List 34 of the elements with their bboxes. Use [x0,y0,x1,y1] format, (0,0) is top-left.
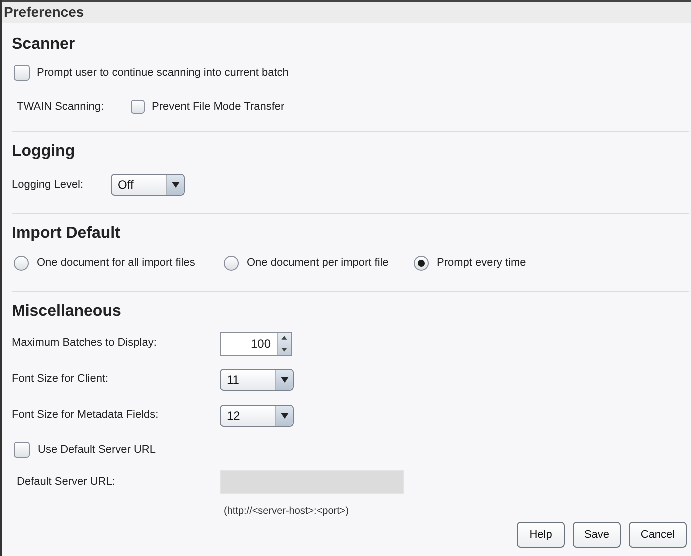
dropdown-arrow-icon [280,376,288,382]
server-url-label: Default Server URL: [17,474,116,490]
logging-level-label: Logging Level: [12,178,85,193]
checkbox[interactable] [14,442,30,458]
checkbox-label: Use Default Server URL [38,442,156,458]
radio-button[interactable] [414,256,429,271]
dialog-button[interactable]: Help [517,522,565,548]
radio-label: One document for all import files [37,256,196,271]
dialog-button[interactable]: Save [573,522,621,548]
window-title: Preferences [4,3,84,22]
section-heading: Import Default [12,226,122,242]
server-url-hint: (http://<server-host>:<port>) [224,506,350,517]
dialog-button[interactable]: Cancel [629,522,687,548]
radio-label: One document per import file [247,256,389,271]
section-heading: Miscellaneous [12,304,122,320]
radio-label: Prompt every time [437,256,526,271]
max-batches-label: Maximum Batches to Display: [12,336,158,352]
dropdown-arrow-icon [280,412,288,418]
max-batches-spinner[interactable]: 100 [220,332,292,356]
radio-button[interactable] [224,256,239,271]
client-font-label: Font Size for Client: [12,372,110,388]
checkbox[interactable] [131,100,145,114]
section-heading: Scanner [12,37,76,53]
checkbox[interactable] [14,65,30,82]
logging-level-dropdown[interactable]: Off [111,174,185,196]
checkbox-label: Prevent File Mode Transfer [152,100,285,114]
dropdown-arrow-icon [172,182,180,188]
twain-label: TWAIN Scanning: [17,100,106,114]
radio-button[interactable] [14,256,29,271]
section-heading: Logging [12,144,76,160]
checkbox-label: Prompt user to continue scanning into current batch [37,66,289,81]
client-font-dropdown[interactable]: 11 [220,368,294,390]
metadata-font-label: Font Size for Metadata Fields: [12,408,160,424]
metadata-font-dropdown[interactable]: 12 [220,404,294,426]
